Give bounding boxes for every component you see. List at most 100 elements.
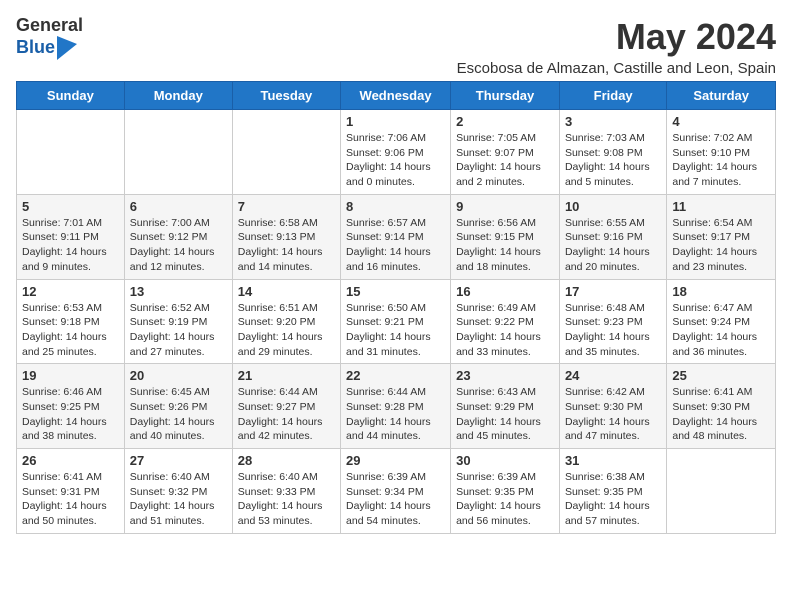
calendar-cell [17,110,125,195]
day-info: Sunrise: 6:44 AMSunset: 9:28 PMDaylight:… [346,385,445,444]
week-row-4: 19 Sunrise: 6:46 AMSunset: 9:25 PMDayligh… [17,364,776,449]
day-number: 17 [565,284,661,299]
day-info: Sunrise: 7:03 AMSunset: 9:08 PMDaylight:… [565,131,661,190]
calendar-body: 1 Sunrise: 7:06 AMSunset: 9:06 PMDaylight… [17,110,776,534]
day-number: 30 [456,453,554,468]
page-header: General Blue May 2024 Escobosa de Almaza… [16,16,776,77]
day-info: Sunrise: 6:39 AMSunset: 9:34 PMDaylight:… [346,470,445,529]
day-number: 20 [130,368,227,383]
logo-blue: Blue [16,38,55,58]
day-info: Sunrise: 6:49 AMSunset: 9:22 PMDaylight:… [456,301,554,360]
week-row-3: 12 Sunrise: 6:53 AMSunset: 9:18 PMDayligh… [17,279,776,364]
day-number: 22 [346,368,445,383]
calendar-cell: 10Sunrise: 6:55 AMSunset: 9:16 PMDayligh… [559,194,666,279]
day-info: Sunrise: 6:40 AMSunset: 9:32 PMDaylight:… [130,470,227,529]
calendar-cell: 5 Sunrise: 7:01 AMSunset: 9:11 PMDaylight… [17,194,125,279]
day-number: 3 [565,114,661,129]
day-info: Sunrise: 7:00 AMSunset: 9:12 PMDaylight:… [130,216,227,275]
calendar-cell: 23 Sunrise: 6:43 AMSunset: 9:29 PMDayligh… [451,364,560,449]
calendar-cell: 27 Sunrise: 6:40 AMSunset: 9:32 PMDayligh… [124,449,232,534]
calendar-cell: 14 Sunrise: 6:51 AMSunset: 9:20 PMDayligh… [232,279,340,364]
calendar-cell: 1 Sunrise: 7:06 AMSunset: 9:06 PMDaylight… [341,110,451,195]
day-number: 12 [22,284,119,299]
day-info: Sunrise: 6:48 AMSunset: 9:23 PMDaylight:… [565,301,661,360]
day-number: 11 [672,199,770,214]
calendar-cell [124,110,232,195]
calendar-cell: 3 Sunrise: 7:03 AMSunset: 9:08 PMDaylight… [559,110,666,195]
calendar-cell: 21 Sunrise: 6:44 AMSunset: 9:27 PMDayligh… [232,364,340,449]
day-info: Sunrise: 6:44 AMSunset: 9:27 PMDaylight:… [238,385,335,444]
calendar-cell: 12 Sunrise: 6:53 AMSunset: 9:18 PMDayligh… [17,279,125,364]
calendar-cell: 25Sunrise: 6:41 AMSunset: 9:30 PMDayligh… [667,364,776,449]
calendar-cell: 13 Sunrise: 6:52 AMSunset: 9:19 PMDayligh… [124,279,232,364]
calendar-table: SundayMondayTuesdayWednesdayThursdayFrid… [16,81,776,534]
week-row-1: 1 Sunrise: 7:06 AMSunset: 9:06 PMDaylight… [17,110,776,195]
day-info: Sunrise: 6:55 AMSunset: 9:16 PMDaylight:… [565,216,661,275]
day-info: Sunrise: 6:58 AMSunset: 9:13 PMDaylight:… [238,216,335,275]
day-info: Sunrise: 6:57 AMSunset: 9:14 PMDaylight:… [346,216,445,275]
calendar-cell: 17 Sunrise: 6:48 AMSunset: 9:23 PMDayligh… [559,279,666,364]
header-day-wednesday: Wednesday [341,82,451,110]
day-number: 19 [22,368,119,383]
day-number: 13 [130,284,227,299]
day-number: 8 [346,199,445,214]
day-info: Sunrise: 6:45 AMSunset: 9:26 PMDaylight:… [130,385,227,444]
calendar-cell: 6Sunrise: 7:00 AMSunset: 9:12 PMDaylight… [124,194,232,279]
day-number: 4 [672,114,770,129]
day-number: 7 [238,199,335,214]
day-number: 14 [238,284,335,299]
header-day-friday: Friday [559,82,666,110]
calendar-cell: 8 Sunrise: 6:57 AMSunset: 9:14 PMDaylight… [341,194,451,279]
calendar-cell: 18 Sunrise: 6:47 AMSunset: 9:24 PMDayligh… [667,279,776,364]
day-number: 21 [238,368,335,383]
day-number: 9 [456,199,554,214]
day-info: Sunrise: 6:47 AMSunset: 9:24 PMDaylight:… [672,301,770,360]
title-area: May 2024 Escobosa de Almazan, Castille a… [457,16,776,77]
day-number: 23 [456,368,554,383]
logo: General Blue [16,16,83,60]
calendar-cell [667,449,776,534]
day-info: Sunrise: 6:41 AMSunset: 9:31 PMDaylight:… [22,470,119,529]
day-info: Sunrise: 7:06 AMSunset: 9:06 PMDaylight:… [346,131,445,190]
calendar-cell: 28 Sunrise: 6:40 AMSunset: 9:33 PMDayligh… [232,449,340,534]
day-number: 16 [456,284,554,299]
day-info: Sunrise: 7:02 AMSunset: 9:10 PMDaylight:… [672,131,770,190]
day-info: Sunrise: 7:01 AMSunset: 9:11 PMDaylight:… [22,216,119,275]
day-info: Sunrise: 6:50 AMSunset: 9:21 PMDaylight:… [346,301,445,360]
header-day-saturday: Saturday [667,82,776,110]
calendar-cell: 26 Sunrise: 6:41 AMSunset: 9:31 PMDayligh… [17,449,125,534]
day-number: 29 [346,453,445,468]
calendar-cell: 31Sunrise: 6:38 AMSunset: 9:35 PMDayligh… [559,449,666,534]
day-info: Sunrise: 6:54 AMSunset: 9:17 PMDaylight:… [672,216,770,275]
day-number: 26 [22,453,119,468]
calendar-cell: 15 Sunrise: 6:50 AMSunset: 9:21 PMDayligh… [341,279,451,364]
day-number: 25 [672,368,770,383]
day-info: Sunrise: 6:39 AMSunset: 9:35 PMDaylight:… [456,470,554,529]
calendar-cell: 19 Sunrise: 6:46 AMSunset: 9:25 PMDayligh… [17,364,125,449]
day-info: Sunrise: 6:38 AMSunset: 9:35 PMDaylight:… [565,470,661,529]
day-number: 1 [346,114,445,129]
day-info: Sunrise: 6:51 AMSunset: 9:20 PMDaylight:… [238,301,335,360]
calendar-cell: 2Sunrise: 7:05 AMSunset: 9:07 PMDaylight… [451,110,560,195]
day-number: 18 [672,284,770,299]
day-info: Sunrise: 6:53 AMSunset: 9:18 PMDaylight:… [22,301,119,360]
day-info: Sunrise: 6:52 AMSunset: 9:19 PMDaylight:… [130,301,227,360]
calendar-cell: 11 Sunrise: 6:54 AMSunset: 9:17 PMDayligh… [667,194,776,279]
week-row-5: 26 Sunrise: 6:41 AMSunset: 9:31 PMDayligh… [17,449,776,534]
day-info: Sunrise: 6:40 AMSunset: 9:33 PMDaylight:… [238,470,335,529]
day-info: Sunrise: 6:46 AMSunset: 9:25 PMDaylight:… [22,385,119,444]
week-row-2: 5 Sunrise: 7:01 AMSunset: 9:11 PMDaylight… [17,194,776,279]
day-number: 27 [130,453,227,468]
day-number: 15 [346,284,445,299]
day-number: 2 [456,114,554,129]
day-number: 5 [22,199,119,214]
logo-general: General [16,16,83,36]
calendar-header: SundayMondayTuesdayWednesdayThursdayFrid… [17,82,776,110]
day-number: 28 [238,453,335,468]
day-info: Sunrise: 6:43 AMSunset: 9:29 PMDaylight:… [456,385,554,444]
calendar-cell: 20 Sunrise: 6:45 AMSunset: 9:26 PMDayligh… [124,364,232,449]
calendar-cell: 4 Sunrise: 7:02 AMSunset: 9:10 PMDaylight… [667,110,776,195]
calendar-cell: 22 Sunrise: 6:44 AMSunset: 9:28 PMDayligh… [341,364,451,449]
calendar-cell: 9Sunrise: 6:56 AMSunset: 9:15 PMDaylight… [451,194,560,279]
calendar-cell: 24Sunrise: 6:42 AMSunset: 9:30 PMDayligh… [559,364,666,449]
